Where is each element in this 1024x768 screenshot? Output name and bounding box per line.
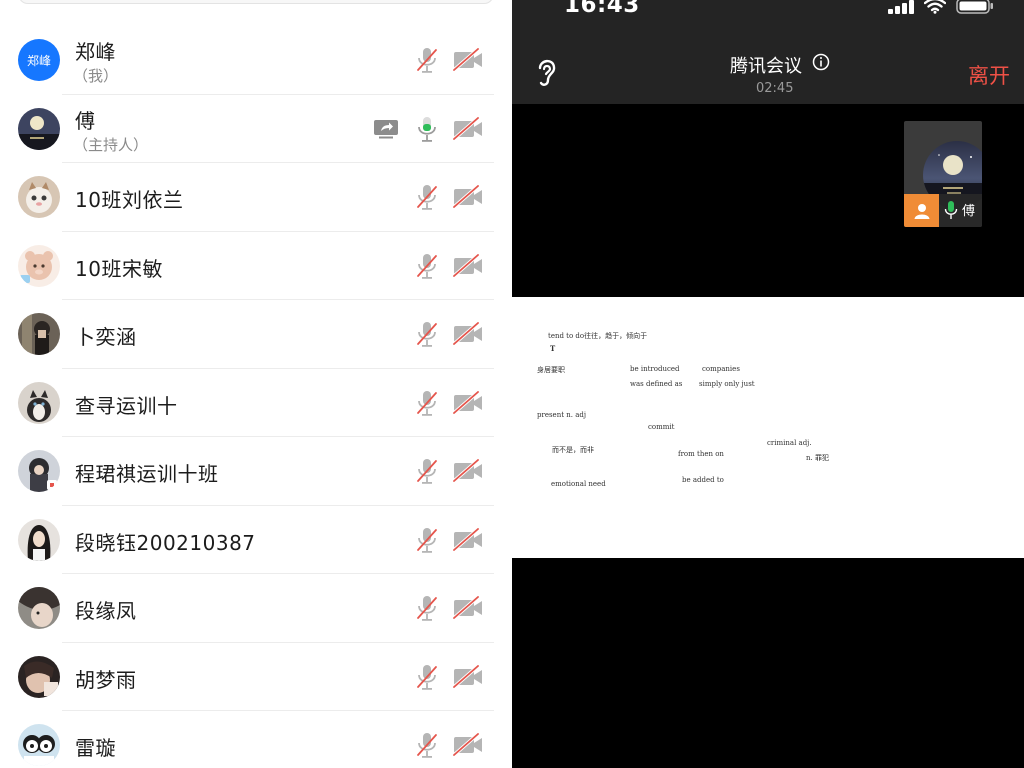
- participant-list: 郑峰 郑峰 （我）傅（主持人） 10班刘依兰 10班宋敏 卜奕涵 查寻运训十 程珺祺运训十班段…: [0, 26, 512, 768]
- participant-row[interactable]: 查寻运训十: [0, 369, 512, 437]
- info-icon[interactable]: [812, 53, 830, 71]
- microphone-muted-icon[interactable]: [414, 252, 440, 280]
- microphone-muted-icon[interactable]: [414, 526, 440, 554]
- participant-name: 段缘凤: [75, 599, 137, 623]
- microphone-muted-icon[interactable]: [414, 663, 440, 691]
- participant-row[interactable]: 段缘凤: [0, 574, 512, 643]
- meeting-title: 腾讯会议: [730, 56, 802, 77]
- participant-panel: 郑峰 郑峰 （我）傅（主持人） 10班刘依兰 10班宋敏 卜奕涵 查寻运训十 程珺祺运训十班段…: [0, 0, 512, 768]
- participant-row[interactable]: 程珺祺运训十班: [0, 437, 512, 506]
- participant-name: 郑峰: [75, 40, 116, 64]
- wifi-icon: [924, 0, 946, 14]
- microphone-muted-icon[interactable]: [414, 594, 440, 622]
- avatar: [18, 176, 60, 218]
- avatar-initials: 郑峰: [26, 53, 51, 68]
- camera-off-icon[interactable]: [452, 390, 484, 415]
- slide-text: simply only just: [699, 380, 755, 388]
- meeting-view: 16:43 腾讯会议 02:45 离开 傅 tend to do往往，趋于，倾向…: [512, 0, 1024, 768]
- slide-text: n. 罪犯: [806, 454, 829, 462]
- battery-icon: [956, 0, 993, 14]
- microphone-active-icon: [944, 201, 958, 219]
- slide-text: from then on: [678, 450, 724, 458]
- avatar: 郑峰: [18, 39, 60, 81]
- camera-off-icon[interactable]: [452, 184, 484, 209]
- participant-row[interactable]: 雷璇: [0, 711, 512, 768]
- leave-button[interactable]: 离开: [968, 60, 1010, 90]
- thumbnail-name: 傅: [962, 204, 976, 219]
- slide-text: emotional need: [551, 480, 606, 488]
- avatar: [18, 244, 60, 287]
- microphone-muted-icon[interactable]: [414, 457, 440, 485]
- participant-name: 程珺祺运训十班: [75, 462, 219, 486]
- meeting-timer: 02:45: [756, 81, 794, 96]
- participant-row[interactable]: 卜奕涵: [0, 300, 512, 369]
- avatar: [18, 655, 60, 698]
- participant-role: （我）: [73, 67, 119, 85]
- participant-name: 傅: [75, 108, 96, 133]
- microphone-muted-icon[interactable]: [414, 320, 440, 348]
- avatar: [18, 587, 60, 629]
- avatar: [18, 381, 60, 424]
- slide-text: 而不是，而非: [552, 446, 594, 454]
- slide-text: be introduced: [630, 365, 680, 373]
- participant-name: 段晓钰200210387: [75, 530, 256, 555]
- slide-text: 身居要职: [537, 366, 565, 374]
- camera-off-icon[interactable]: [452, 321, 484, 346]
- slide-text: be added to: [682, 476, 724, 484]
- participant-name: 卜奕涵: [75, 325, 137, 349]
- avatar: [18, 313, 60, 355]
- microphone-active-icon[interactable]: [414, 115, 440, 143]
- participant-row[interactable]: 傅 （主持人）: [0, 95, 512, 163]
- slide-text: was defined as: [630, 380, 683, 388]
- camera-off-icon[interactable]: [452, 116, 484, 141]
- avatar: [18, 450, 60, 492]
- camera-off-icon[interactable]: [452, 664, 484, 689]
- participant-name: 胡梦雨: [75, 667, 137, 692]
- speaker-thumbnail[interactable]: 傅: [904, 121, 982, 227]
- participant-name: 10班宋敏: [75, 256, 163, 281]
- avatar: [18, 724, 60, 766]
- microphone-muted-icon[interactable]: [414, 389, 440, 417]
- camera-off-icon[interactable]: [452, 47, 484, 72]
- slide-text: commit: [648, 423, 675, 431]
- avatar: [18, 107, 60, 150]
- participant-row[interactable]: 郑峰 郑峰 （我）: [0, 26, 512, 95]
- slide-text: tend to do往往，趋于，倾向于: [548, 332, 648, 340]
- avatar: [18, 518, 60, 561]
- participant-row[interactable]: 段晓钰200210387: [0, 506, 512, 574]
- participant-row[interactable]: 胡梦雨: [0, 643, 512, 711]
- screen-share-icon: [373, 119, 399, 139]
- participant-row[interactable]: 10班刘依兰: [0, 163, 512, 232]
- meeting-header: 16:43 腾讯会议 02:45 离开: [512, 0, 1024, 104]
- participant-name: 查寻运训十: [75, 393, 178, 418]
- slide-text: criminal adj.: [767, 439, 812, 447]
- camera-off-icon[interactable]: [452, 527, 484, 552]
- camera-off-icon[interactable]: [452, 458, 484, 483]
- signal-icon: [888, 0, 914, 14]
- microphone-muted-icon[interactable]: [414, 731, 440, 759]
- participant-role: （主持人）: [73, 135, 149, 154]
- camera-off-icon[interactable]: [452, 595, 484, 620]
- search-bar[interactable]: [18, 0, 494, 4]
- microphone-muted-icon[interactable]: [414, 46, 440, 74]
- camera-off-icon[interactable]: [452, 253, 484, 278]
- slide-text: companies: [702, 365, 740, 373]
- microphone-muted-icon[interactable]: [414, 183, 440, 211]
- status-time: 16:43: [564, 0, 640, 18]
- slide-text: T: [550, 344, 556, 353]
- person-icon: [904, 194, 939, 227]
- ear-icon[interactable]: [534, 56, 558, 88]
- slide-text: present n. adj: [537, 411, 587, 419]
- participant-name: 10班刘依兰: [75, 188, 184, 212]
- camera-off-icon[interactable]: [452, 732, 484, 757]
- participant-name: 雷璇: [75, 736, 116, 760]
- shared-screen-slide: tend to do往往，趋于，倾向于 T 身居要职 be introduced com…: [512, 297, 1024, 558]
- participant-row[interactable]: 10班宋敏: [0, 232, 512, 300]
